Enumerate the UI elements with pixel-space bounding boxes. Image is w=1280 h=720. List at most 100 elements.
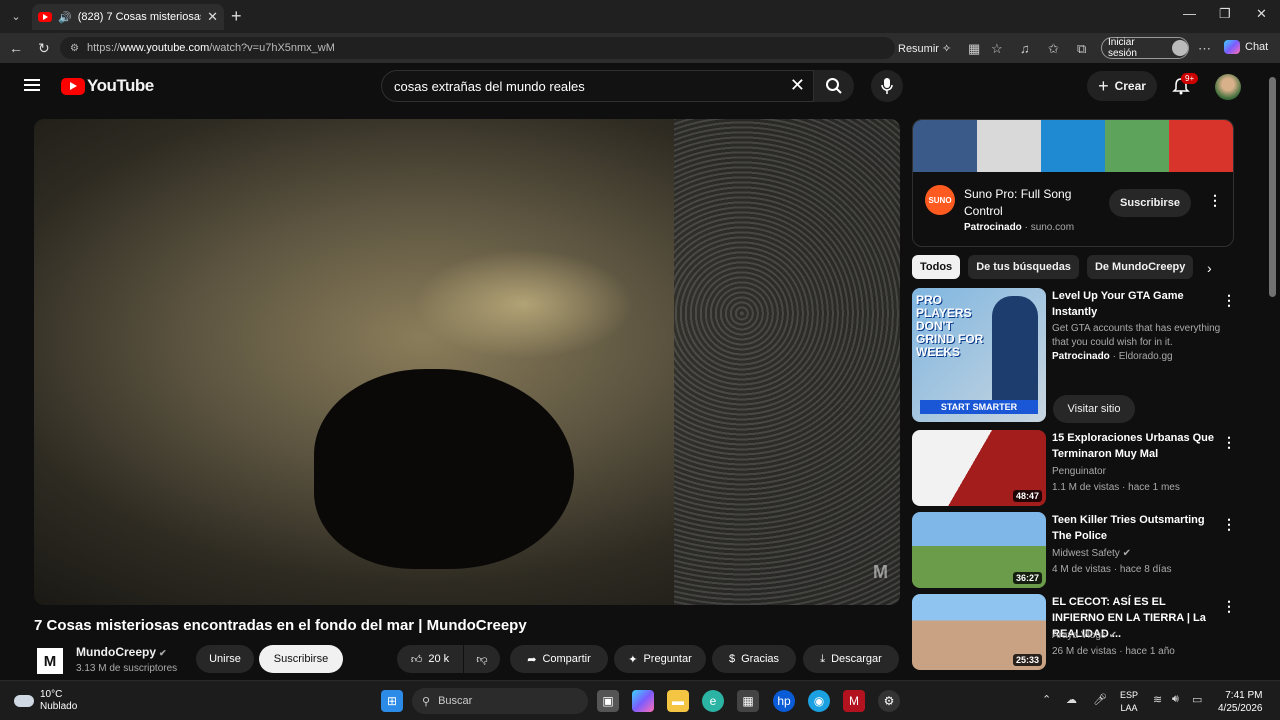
system-clock[interactable]: 7:41 PM 4/25/2026 [1218,689,1263,715]
favorites-icon[interactable]: ✩ [1048,41,1059,57]
thanks-button[interactable]: $ Gracias [712,645,796,673]
rec-channel-name[interactable]: Midwest Safety [1052,548,1120,559]
minimize-icon[interactable]: — [1183,6,1196,21]
show-hidden-icons-icon[interactable]: ⌃ [1042,693,1051,706]
chip-from-searches[interactable]: De tus búsquedas [968,255,1079,279]
file-explorer-icon[interactable]: ▬ [667,690,689,712]
youtube-favicon-icon [38,12,52,22]
edge-browser-icon[interactable]: e [702,690,724,712]
ad-subscribe-button[interactable]: Suscribirse [1109,189,1191,217]
tab-actions-icon[interactable]: ⌄ [6,6,26,26]
mcafee-icon[interactable]: M [843,690,865,712]
maximize-icon[interactable]: ❐ [1219,6,1231,22]
favorite-star-icon[interactable]: ☆ [991,41,1003,57]
search-button[interactable] [814,70,854,102]
chrome-like-app-icon[interactable]: ◉ [808,690,830,712]
list-item[interactable]: 36:27 Teen Killer Tries Outsmarting The … [912,512,1236,588]
subscribe-label: Suscribirse [273,653,329,665]
share-label: Compartir [542,653,591,665]
voice-search-button[interactable] [871,70,903,102]
temperature: 10°C [40,689,63,700]
browser-tab[interactable]: 🔊 (828) 7 Cosas misteriosas enco ✕ [32,4,224,30]
new-tab-icon[interactable]: + [231,6,242,27]
list-item[interactable]: 25:33 EL CECOT: ASÍ ES EL INFIERNO EN LA… [912,594,1236,670]
rec-more-icon[interactable]: ⋮ [1222,292,1236,309]
sign-in-button[interactable]: Iniciar sesión [1101,37,1189,59]
chip-from-channel[interactable]: De MundoCreepy [1086,255,1194,279]
windows-taskbar: 10°C Nublado ⊞ ⚲ Buscar ▣ ▬ e ▦ hp ◉ M ⚙… [0,680,1280,720]
rec-more-icon[interactable]: ⋮ [1222,434,1236,451]
channel-name[interactable]: MundoCreepy [76,645,156,659]
sponsored-ad-card[interactable]: SUNO Suno Pro: Full Song Control Patroci… [912,119,1234,247]
volume-icon[interactable]: 🔊︎ [1172,693,1179,706]
page-scrollbar[interactable] [1266,63,1280,680]
speaker-icon[interactable]: 🔊 [58,11,72,24]
scrollbar-thumb[interactable] [1269,77,1276,297]
copilot-app-icon[interactable] [632,690,654,712]
download-button[interactable]: ⤓ Descargar [803,645,899,673]
list-item[interactable]: 48:47 15 Exploraciones Urbanas Que Termi… [912,430,1236,506]
ad-title[interactable]: Suno Pro: Full Song Control [964,186,1094,220]
rec-channel-name[interactable]: Araya Vlogs [1052,630,1106,641]
thumb-person [992,296,1038,406]
rec-channel[interactable]: Midwest Safety ✔ [1052,548,1131,559]
battery-icon[interactable]: ▭ [1192,693,1202,706]
search-input[interactable]: cosas extrañas del mundo reales ✕ [381,70,814,102]
subscribe-button[interactable]: Suscribirse [259,645,343,673]
rec-title[interactable]: 15 Exploraciones Urbanas Que Terminaron … [1052,430,1217,462]
create-button[interactable]: + Crear [1087,71,1157,101]
taskbar-search[interactable]: ⚲ Buscar [412,688,588,714]
channel-name-block[interactable]: MundoCreepy ✔ [76,645,167,659]
clear-search-icon[interactable]: ✕ [790,75,805,96]
copilot-chat-button[interactable]: Chat [1224,40,1268,54]
chip-todos[interactable]: Todos [912,255,961,279]
rec-thumbnail[interactable]: 36:27 [912,512,1046,588]
rec-title[interactable]: Teen Killer Tries Outsmarting The Police [1052,512,1217,544]
rec-more-icon[interactable]: ⋮ [1222,598,1236,615]
menu-icon[interactable] [24,79,40,91]
video-player[interactable]: M [34,119,900,605]
onedrive-icon[interactable]: ☁ [1066,693,1077,706]
dislike-button[interactable]: 👎︎ [464,645,500,673]
url-field[interactable]: ⚙ https://www.youtube.com/watch?v=u7hX5n… [60,37,895,59]
rec-thumbnail[interactable]: 25:33 [912,594,1046,670]
rec-title[interactable]: Level Up Your GTA Game Instantly [1052,288,1217,320]
like-button[interactable]: 👍︎ 20 k [397,645,463,673]
app-available-icon[interactable]: ▦ [968,41,980,57]
channel-watermark[interactable]: M [873,562,888,583]
hp-app-icon[interactable]: hp [773,690,795,712]
account-avatar[interactable] [1215,74,1241,100]
back-icon[interactable]: ← [9,40,23,56]
extensions-icon[interactable]: ♫ [1020,41,1030,56]
rec-channel[interactable]: Penguinator [1052,466,1106,477]
rec-thumbnail[interactable]: 48:47 [912,430,1046,506]
rec-channel[interactable]: Araya Vlogs ✔ [1052,630,1117,641]
task-view-icon[interactable]: ▣ [597,690,619,712]
list-item[interactable]: PRO PLAYERS DON'T GRIND FOR WEEKS START … [912,288,1236,426]
chips-next-icon[interactable]: › [1207,260,1212,276]
rec-thumbnail[interactable]: PRO PLAYERS DON'T GRIND FOR WEEKS START … [912,288,1046,422]
wifi-icon[interactable]: ≋ [1153,693,1162,706]
settings-gear-icon[interactable]: ⚙ [878,690,900,712]
microsoft-store-icon[interactable]: ▦ [737,690,759,712]
collections-icon[interactable]: ⧉ [1077,41,1086,57]
refresh-icon[interactable]: ↻ [38,40,50,57]
close-window-icon[interactable]: ✕ [1256,6,1267,22]
close-tab-icon[interactable]: ✕ [207,9,218,25]
windows-start-icon[interactable]: ⊞ [381,690,403,712]
share-button[interactable]: ➦ Compartir [510,645,608,673]
language-indicator[interactable]: ESP LAA [1120,689,1138,715]
tray-mic-icon[interactable]: 🎤︎ [1093,693,1107,706]
summarize-button[interactable]: Resumir ✧ [898,42,951,55]
ask-button[interactable]: ✦ Preguntar [614,645,706,673]
more-options-icon[interactable]: ⋯ [1198,41,1211,57]
site-info-icon[interactable]: ⚙ [70,43,79,54]
weather-widget[interactable]: 10°C Nublado [14,689,77,713]
channel-avatar[interactable]: M [37,648,63,674]
visit-site-button[interactable]: Visitar sitio [1053,395,1135,423]
verified-icon: ✔ [1122,548,1131,559]
ad-more-icon[interactable]: ⋮ [1208,192,1222,209]
join-button[interactable]: Unirse [196,645,254,673]
rec-more-icon[interactable]: ⋮ [1222,516,1236,533]
youtube-logo[interactable]: YouTube [61,76,154,96]
